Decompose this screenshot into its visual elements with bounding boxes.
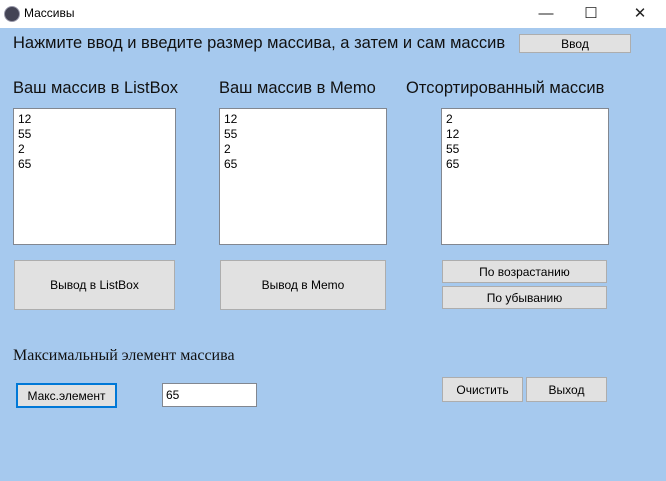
- clear-button[interactable]: Очистить: [442, 377, 523, 402]
- sorted-line: 65: [446, 157, 460, 171]
- sorted-line: 12: [446, 127, 460, 141]
- instruction-label: Нажмите ввод и введите размер массива, а…: [13, 34, 506, 52]
- list-item[interactable]: 2: [18, 142, 171, 157]
- memo-label: Ваш массив в Memo: [219, 79, 376, 97]
- max-element-button[interactable]: Макс.элемент: [16, 383, 117, 408]
- window-title: Массивы: [24, 6, 75, 20]
- list-item[interactable]: 12: [18, 112, 171, 127]
- sort-ascending-button[interactable]: По возрастанию: [442, 260, 607, 283]
- title-bar: Массивы — ☐ ✕: [0, 0, 666, 28]
- exit-button[interactable]: Выход: [526, 377, 607, 402]
- output-memo-button[interactable]: Вывод в Memo: [220, 260, 386, 310]
- sorted-line: 2: [446, 112, 453, 126]
- maximize-button[interactable]: ☐: [571, 2, 611, 26]
- output-listbox-button[interactable]: Вывод в ListBox: [14, 260, 175, 310]
- sort-descending-button[interactable]: По убыванию: [442, 286, 607, 309]
- max-label: Максимальный элемент массива: [13, 347, 235, 364]
- memo-line: 55: [224, 127, 238, 141]
- array-memo[interactable]: 12 55 2 65: [219, 108, 387, 245]
- array-listbox[interactable]: 12 55 2 65: [13, 108, 176, 245]
- list-item[interactable]: 65: [18, 157, 171, 172]
- sorted-label: Отсортированный массив: [406, 79, 605, 97]
- enter-button[interactable]: Ввод: [519, 34, 631, 53]
- sorted-memo[interactable]: 2 12 55 65: [441, 108, 609, 245]
- memo-line: 2: [224, 142, 231, 156]
- sorted-line: 55: [446, 142, 460, 156]
- max-value-field[interactable]: 65: [162, 383, 257, 407]
- listbox-label: Ваш массив в ListBox: [13, 79, 179, 97]
- minimize-button[interactable]: —: [526, 2, 566, 26]
- list-item[interactable]: 55: [18, 127, 171, 142]
- app-icon: [4, 6, 20, 22]
- memo-line: 12: [224, 112, 238, 126]
- memo-line: 65: [224, 157, 238, 171]
- close-button[interactable]: ✕: [620, 2, 660, 26]
